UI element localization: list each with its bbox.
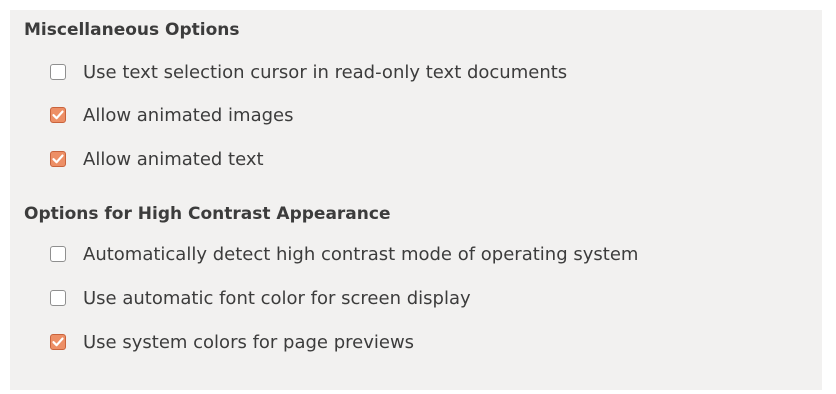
checkbox[interactable]: [50, 246, 66, 262]
section-title-miscellaneous-options: Miscellaneous Options: [24, 20, 240, 40]
option-label: Use automatic font color for screen disp…: [83, 287, 471, 309]
section-title-high-contrast-appearance: Options for High Contrast Appearance: [24, 204, 391, 224]
options-panel: Miscellaneous Options Use text selection…: [10, 10, 822, 390]
checkmark-icon: [52, 110, 64, 120]
option-label: Use text selection cursor in read-only t…: [83, 61, 568, 83]
checkmark-icon: [52, 337, 64, 347]
option-label: Automatically detect high contrast mode …: [83, 243, 639, 265]
option-automatic-font-color[interactable]: Use automatic font color for screen disp…: [50, 285, 471, 311]
checkmark-icon: [52, 154, 64, 164]
checkbox[interactable]: [50, 334, 66, 350]
option-label: Use system colors for page previews: [83, 331, 415, 353]
option-allow-animated-text[interactable]: Allow animated text: [50, 146, 264, 172]
option-allow-animated-images[interactable]: Allow animated images: [50, 102, 294, 128]
option-system-colors-page-previews[interactable]: Use system colors for page previews: [50, 329, 414, 355]
checkbox[interactable]: [50, 290, 66, 306]
option-label: Allow animated images: [83, 104, 294, 126]
option-detect-high-contrast[interactable]: Automatically detect high contrast mode …: [50, 241, 638, 267]
checkbox[interactable]: [50, 151, 66, 167]
option-text-selection-cursor[interactable]: Use text selection cursor in read-only t…: [50, 59, 567, 85]
option-label: Allow animated text: [83, 148, 264, 170]
checkbox[interactable]: [50, 107, 66, 123]
checkbox[interactable]: [50, 64, 66, 80]
